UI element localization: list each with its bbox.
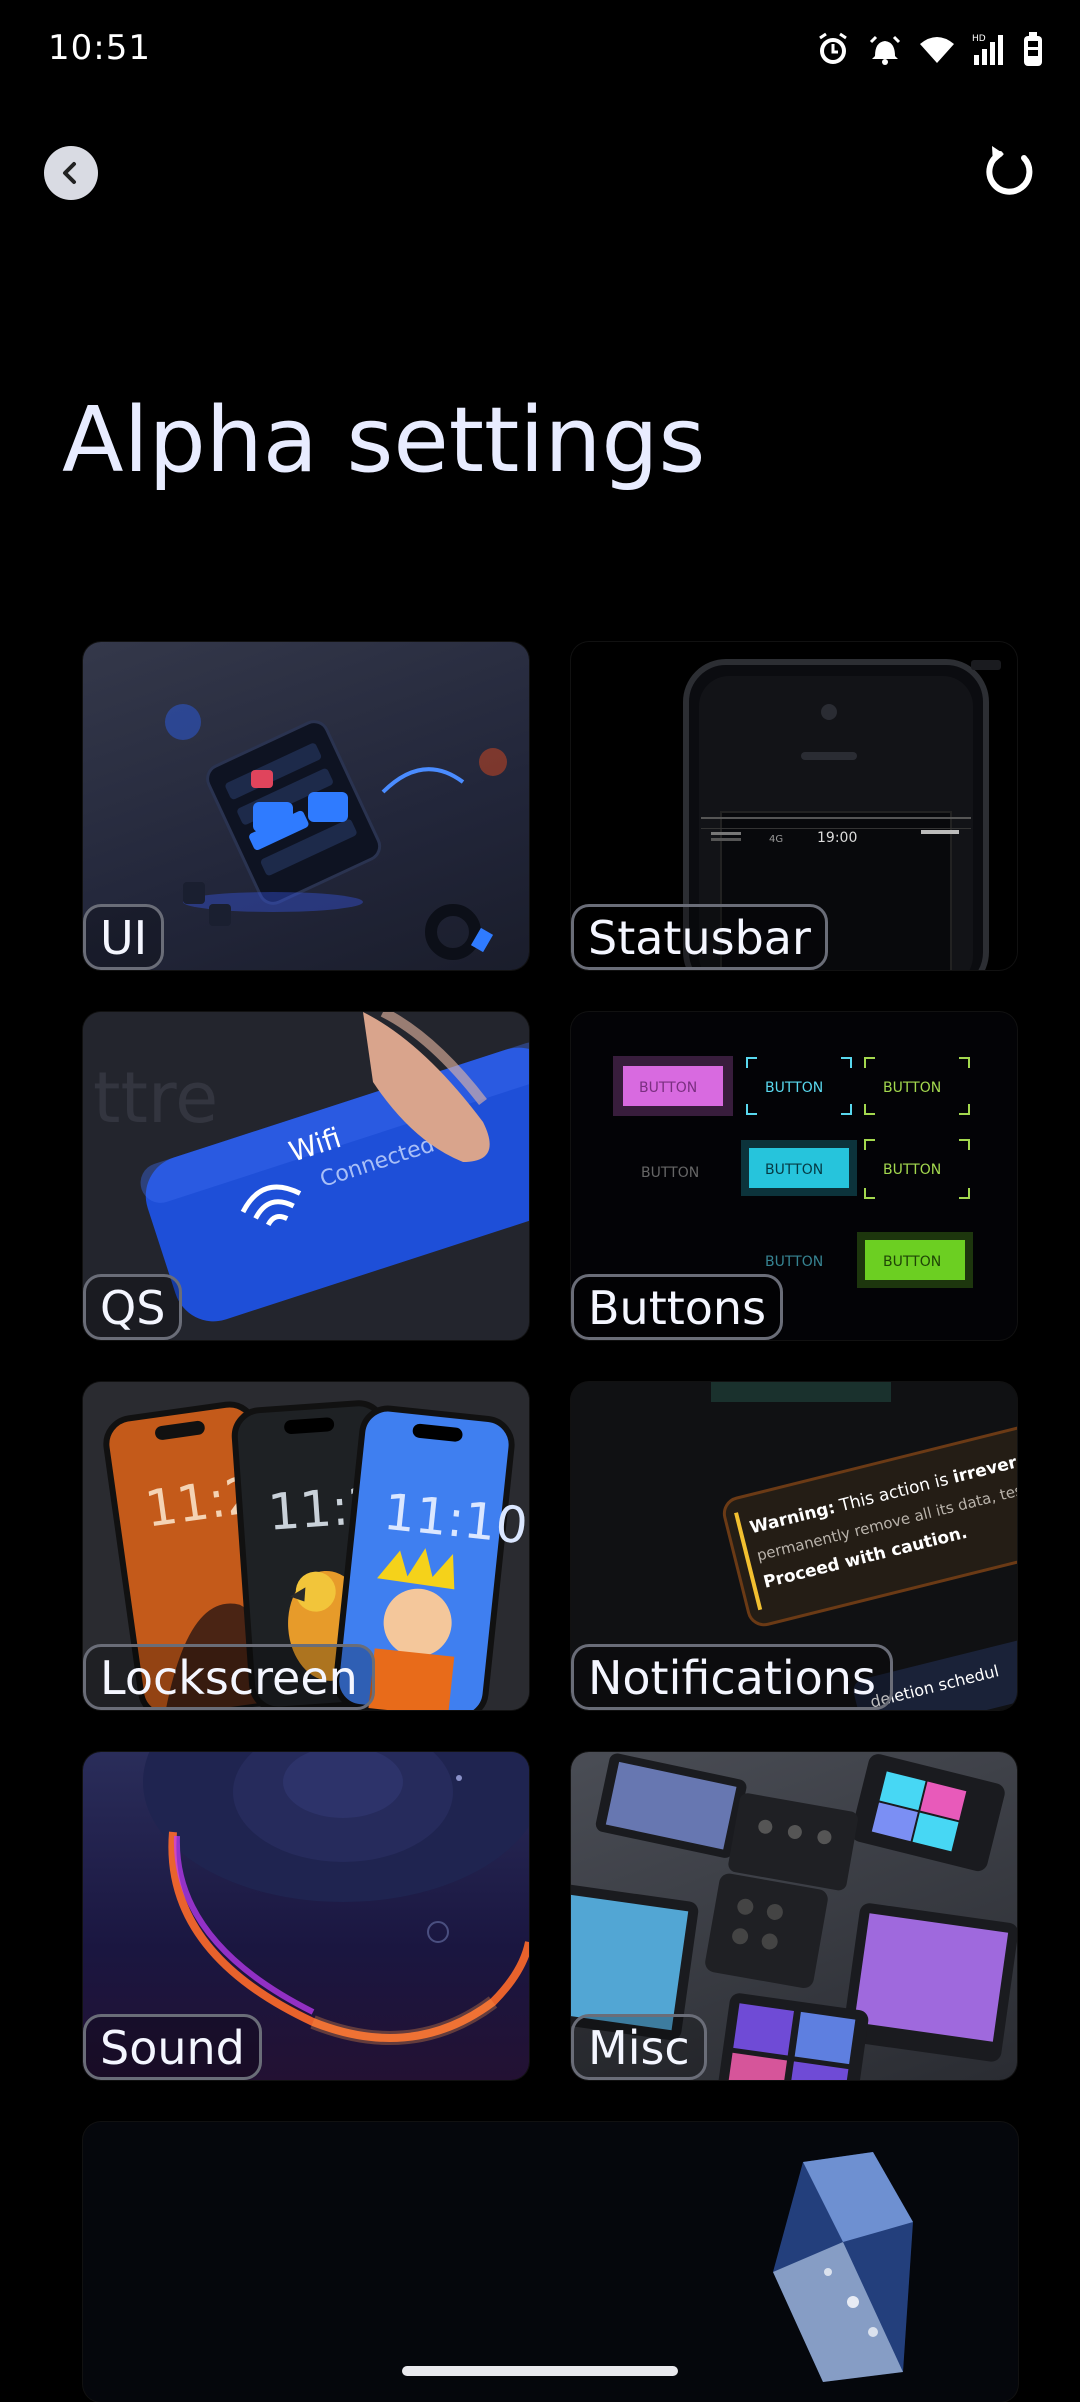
svg-text:ttre: ttre	[93, 1057, 218, 1139]
chevron-left-icon	[63, 162, 76, 184]
status-time: 10:51	[48, 28, 151, 68]
button-art-2: BUTTON	[641, 1165, 699, 1181]
card-misc[interactable]: Misc	[571, 1752, 1017, 2080]
card-label-misc: Misc	[571, 2014, 707, 2080]
card-label-lockscreen: Lockscreen	[83, 1644, 375, 1710]
wifi-icon	[918, 32, 956, 70]
back-button[interactable]	[44, 146, 98, 200]
top-bar	[0, 130, 1080, 210]
card-label-statusbar: Statusbar	[571, 904, 828, 970]
card-label-qs: QS	[83, 1274, 183, 1340]
button-art-1: BUTTON	[639, 1080, 697, 1096]
button-art-6: BUTTON	[883, 1080, 941, 1096]
statusbar-art-time: 19:00	[817, 830, 857, 846]
statusbar-art-net: 4G	[769, 834, 783, 845]
reset-button[interactable]	[978, 140, 1042, 204]
card-notifications[interactable]: Warning: This action is irreversible. pe…	[571, 1382, 1017, 1710]
battery-icon	[1022, 31, 1044, 71]
card-lockscreen[interactable]: 11:23 11:24 11:10 Lockscreen	[83, 1382, 529, 1710]
button-art-7: BUTTON	[883, 1162, 941, 1178]
card-label-buttons: Buttons	[571, 1274, 784, 1340]
cellular-signal-icon: HD	[970, 31, 1008, 71]
crystal-card-image	[773, 2152, 913, 2382]
button-art-5: BUTTON	[765, 1254, 823, 1270]
button-art-4: BUTTON	[765, 1162, 823, 1178]
card-sound[interactable]: Sound	[83, 1752, 529, 2080]
card-buttons[interactable]: BUTTON BUTTON BUTTON BUTTON BUTTON BUTTO…	[571, 1012, 1017, 1340]
card-label-sound: Sound	[83, 2014, 262, 2080]
notification-bell-icon	[866, 30, 904, 72]
button-art-3: BUTTON	[765, 1080, 823, 1096]
alarm-icon	[814, 30, 852, 72]
card-statusbar[interactable]: 19:00 4G Statusbar	[571, 642, 1017, 970]
svg-text:HD: HD	[972, 34, 986, 44]
card-ui[interactable]: UI	[83, 642, 529, 970]
card-label-ui: UI	[83, 904, 165, 970]
home-indicator[interactable]	[402, 2366, 678, 2376]
refresh-icon	[986, 146, 1033, 195]
card-label-notifications: Notifications	[571, 1644, 893, 1710]
card-partial[interactable]	[83, 2122, 1018, 2402]
status-icons: HD	[814, 30, 1044, 72]
button-art-8: BUTTON	[883, 1254, 941, 1270]
page-title: Alpha settings	[62, 388, 706, 493]
card-qs[interactable]: Wifi Connected ttre QS	[83, 1012, 529, 1340]
status-bar: 10:51 HD	[0, 0, 1080, 100]
